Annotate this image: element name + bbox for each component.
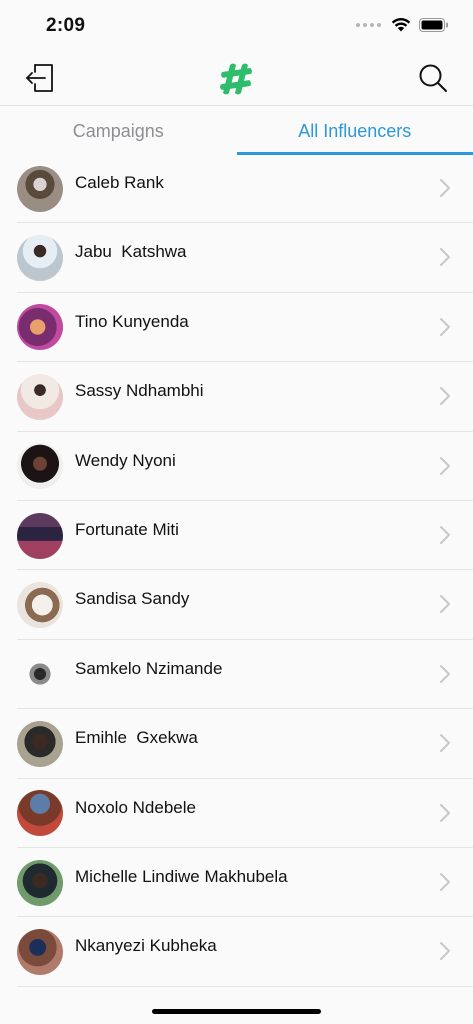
avatar xyxy=(17,651,63,698)
influencer-name: Emihle Gxekwa xyxy=(75,728,198,748)
nav-bar xyxy=(0,50,473,106)
list-item[interactable]: Sandisa Sandy xyxy=(0,570,473,641)
list-item[interactable]: Caleb Rank xyxy=(0,154,473,224)
tab-campaigns[interactable]: Campaigns xyxy=(0,106,237,156)
battery-icon xyxy=(419,17,448,32)
chevron-right-icon xyxy=(440,456,450,475)
influencer-list: Caleb Rank Jabu Katshwa Tino Kunyenda Sa… xyxy=(0,154,473,988)
chevron-right-icon xyxy=(440,664,450,683)
chevron-right-icon xyxy=(440,942,450,961)
chevron-right-icon xyxy=(440,387,450,406)
list-item[interactable]: Noxolo Ndebele xyxy=(0,779,473,849)
segment-tabs: Campaigns All Influencers xyxy=(0,106,473,156)
influencer-name: Caleb Rank xyxy=(75,173,164,192)
list-item[interactable]: Samkelo Nzimande xyxy=(0,640,473,710)
chevron-right-icon xyxy=(440,595,450,614)
chevron-right-icon xyxy=(440,872,450,891)
avatar xyxy=(17,304,63,351)
hashtag-logo-icon xyxy=(216,59,256,99)
list-item[interactable]: Michelle Lindiwe Makhubela xyxy=(0,848,473,918)
avatar xyxy=(17,790,63,837)
list-item[interactable]: Nkanyezi Kubheka xyxy=(0,917,473,988)
influencer-name: Wendy Nyoni xyxy=(75,450,176,470)
list-item[interactable]: Jabu Katshwa xyxy=(0,223,473,294)
chevron-right-icon xyxy=(440,734,450,753)
cellular-signal-icon xyxy=(356,22,381,27)
wifi-icon xyxy=(391,17,411,32)
avatar xyxy=(17,928,63,975)
avatar xyxy=(17,720,63,767)
chevron-right-icon xyxy=(440,525,450,544)
chevron-right-icon xyxy=(440,803,450,822)
logout-button[interactable] xyxy=(22,60,58,96)
status-time: 2:09 xyxy=(46,15,86,36)
avatar xyxy=(17,235,63,282)
influencer-name: Samkelo Nzimande xyxy=(75,658,223,678)
logout-icon xyxy=(26,64,53,92)
home-indicator[interactable] xyxy=(152,1009,321,1014)
list-item[interactable]: Emihle Gxekwa xyxy=(0,709,473,779)
search-button[interactable] xyxy=(415,60,451,96)
list-item[interactable]: Wendy Nyoni xyxy=(0,432,473,502)
influencer-name: Tino Kunyenda xyxy=(75,311,189,331)
influencer-name: Jabu Katshwa xyxy=(75,242,187,262)
avatar xyxy=(17,373,63,420)
chevron-right-icon xyxy=(440,179,450,197)
status-icons xyxy=(356,17,449,32)
status-bar: 2:09 xyxy=(0,0,473,50)
influencer-name: Nkanyezi Kubheka xyxy=(75,936,217,956)
influencer-name: Sassy Ndhambhi xyxy=(75,381,204,401)
chevron-right-icon xyxy=(440,317,450,336)
list-item[interactable]: Sassy Ndhambhi xyxy=(0,362,473,432)
search-icon xyxy=(419,64,447,92)
avatar xyxy=(17,512,63,559)
list-item[interactable]: Tino Kunyenda xyxy=(0,293,473,363)
list-item[interactable]: Fortunate Miti xyxy=(0,501,473,571)
influencer-name: Sandisa Sandy xyxy=(75,589,190,609)
avatar xyxy=(17,165,63,212)
avatar xyxy=(17,582,63,629)
avatar xyxy=(17,859,63,906)
avatar xyxy=(17,443,63,490)
influencer-name: Noxolo Ndebele xyxy=(75,797,196,817)
tab-all-influencers[interactable]: All Influencers xyxy=(237,106,473,156)
influencer-name: Michelle Lindiwe Makhubela xyxy=(75,866,288,886)
influencer-name: Fortunate Miti xyxy=(75,519,179,539)
chevron-right-icon xyxy=(440,248,450,267)
